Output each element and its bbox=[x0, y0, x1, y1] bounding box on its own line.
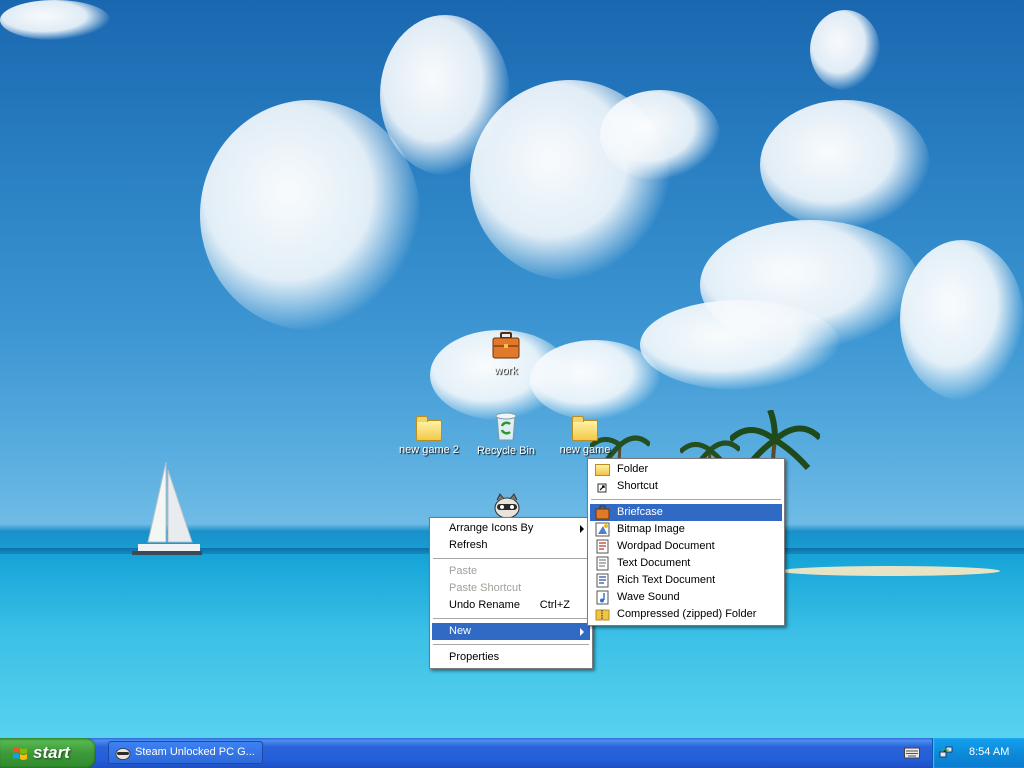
desktop-icon-label: work bbox=[494, 365, 518, 377]
wallpaper-cloud bbox=[900, 240, 1024, 400]
new-submenu: Folder Shortcut Briefcase Bitmap Image W… bbox=[587, 458, 785, 626]
taskbar-button-steam-unlocked[interactable]: Steam Unlocked PC G... bbox=[108, 741, 263, 764]
menu-item-label: Refresh bbox=[449, 539, 488, 551]
menu-item-label: Paste Shortcut bbox=[449, 582, 522, 594]
menu-item-label: Rich Text Document bbox=[617, 574, 716, 586]
menu-item-label: Compressed (zipped) Folder bbox=[617, 608, 757, 620]
desktop-context-menu: Arrange Icons By Refresh Paste Paste Sho… bbox=[429, 517, 593, 669]
menu-item-label: Bitmap Image bbox=[617, 523, 685, 535]
raccoon-app-icon bbox=[115, 748, 131, 760]
taskbar: start Steam Unlocked PC G... 8:54 AM bbox=[0, 738, 1024, 768]
wallpaper-cloud bbox=[760, 100, 930, 230]
desktop-icon-label: new game bbox=[559, 444, 611, 456]
submenu-item-bitmap-image[interactable]: Bitmap Image bbox=[590, 521, 782, 538]
wallpaper-cloud bbox=[530, 340, 660, 420]
menu-item-label: Properties bbox=[449, 651, 500, 663]
menu-item-paste: Paste bbox=[432, 563, 590, 580]
menu-item-undo-rename[interactable]: Undo Rename Ctrl+Z bbox=[432, 597, 590, 614]
desktop-icon-work[interactable]: work bbox=[466, 330, 546, 377]
start-label: start bbox=[33, 743, 70, 762]
keyboard-icon[interactable] bbox=[904, 746, 920, 759]
briefcase-icon bbox=[492, 332, 520, 359]
menu-item-label: Wave Sound bbox=[617, 591, 680, 603]
beach-sand bbox=[780, 566, 1000, 576]
recycle-bin-icon bbox=[495, 412, 517, 441]
start-button[interactable]: start bbox=[0, 738, 96, 768]
desktop-icon-new-game[interactable]: new game bbox=[545, 412, 625, 456]
wallpaper-cloud bbox=[200, 100, 420, 330]
menu-item-new[interactable]: New bbox=[432, 623, 590, 640]
submenu-item-wordpad-document[interactable]: Wordpad Document bbox=[590, 538, 782, 555]
menu-item-properties[interactable]: Properties bbox=[432, 649, 590, 666]
wave-sound-icon bbox=[596, 590, 609, 605]
wordpad-icon bbox=[596, 539, 609, 554]
folder-icon bbox=[595, 464, 610, 476]
menu-item-label: Paste bbox=[449, 565, 478, 577]
menu-item-label: Arrange Icons By bbox=[449, 522, 534, 534]
menu-item-label: New bbox=[449, 625, 472, 637]
menu-item-shortcut: Ctrl+Z bbox=[539, 599, 570, 611]
menu-item-label: Shortcut bbox=[617, 480, 658, 492]
system-tray: 8:54 AM bbox=[932, 738, 1024, 768]
taskbar-button-label: Steam Unlocked PC G... bbox=[135, 746, 255, 758]
text-document-icon bbox=[596, 556, 609, 571]
shortcut-icon bbox=[597, 483, 607, 493]
menu-item-paste-shortcut: Paste Shortcut bbox=[432, 580, 590, 597]
submenu-item-briefcase[interactable]: Briefcase bbox=[590, 504, 782, 521]
wallpaper-cloud bbox=[0, 0, 110, 40]
menu-item-refresh[interactable]: Refresh bbox=[432, 537, 590, 554]
zip-folder-icon bbox=[595, 609, 610, 621]
menu-item-label: Text Document bbox=[617, 557, 691, 569]
desktop-icon-recycle-bin[interactable]: Recycle Bin bbox=[466, 410, 546, 457]
desktop-icon-label: Recycle Bin bbox=[476, 445, 536, 457]
menu-item-label: Wordpad Document bbox=[617, 540, 715, 552]
submenu-arrow-icon bbox=[580, 628, 584, 636]
clock[interactable]: 8:54 AM bbox=[969, 746, 1009, 758]
bitmap-icon bbox=[595, 522, 610, 537]
menu-separator bbox=[591, 499, 781, 500]
submenu-item-compressed-folder[interactable]: Compressed (zipped) Folder bbox=[590, 606, 782, 623]
menu-item-label: Folder bbox=[617, 463, 649, 475]
menu-item-arrange-icons-by[interactable]: Arrange Icons By bbox=[432, 520, 590, 537]
wallpaper-cloud bbox=[600, 90, 720, 180]
desktop[interactable]: work new game 2 Recycle Bin new game Arr… bbox=[0, 0, 1024, 738]
sailboat-image bbox=[132, 461, 202, 555]
submenu-item-folder[interactable]: Folder bbox=[590, 461, 782, 478]
submenu-item-shortcut[interactable]: Shortcut bbox=[590, 478, 782, 495]
briefcase-icon bbox=[595, 505, 610, 520]
rich-text-icon bbox=[596, 573, 609, 588]
network-icon[interactable] bbox=[939, 746, 953, 759]
folder-icon bbox=[572, 416, 598, 441]
submenu-item-text-document[interactable]: Text Document bbox=[590, 555, 782, 572]
raccoon-game-icon[interactable] bbox=[492, 492, 522, 518]
submenu-item-rich-text-document[interactable]: Rich Text Document bbox=[590, 572, 782, 589]
folder-icon bbox=[416, 416, 442, 441]
submenu-item-wave-sound[interactable]: Wave Sound bbox=[590, 589, 782, 606]
wallpaper-cloud bbox=[810, 10, 880, 90]
desktop-icon-label: new game 2 bbox=[399, 444, 459, 456]
menu-separator bbox=[433, 618, 589, 619]
wallpaper-cloud bbox=[640, 300, 840, 390]
menu-item-label: Undo Rename bbox=[449, 599, 520, 611]
menu-separator bbox=[433, 558, 589, 559]
menu-item-label: Briefcase bbox=[617, 506, 663, 518]
menu-separator bbox=[433, 644, 589, 645]
desktop-icon-new-game-2[interactable]: new game 2 bbox=[389, 412, 469, 456]
windows-logo-icon bbox=[13, 747, 27, 760]
submenu-arrow-icon bbox=[580, 525, 584, 533]
